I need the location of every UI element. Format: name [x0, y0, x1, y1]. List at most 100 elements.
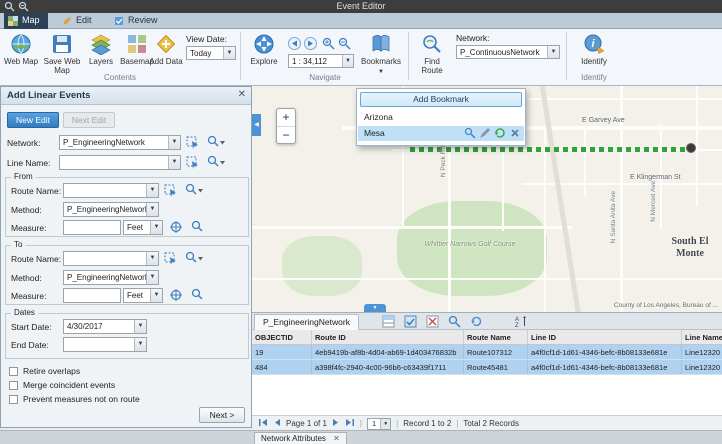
map-zoom-in-button[interactable]: +	[277, 109, 295, 126]
from-legend: From	[11, 172, 36, 181]
titlebar-zoom-out-icon[interactable]	[18, 1, 30, 12]
map-attribution: County of Los Angeles, Bureau of ...	[614, 302, 718, 309]
panel-collapse-tab[interactable]: ◀	[252, 114, 261, 136]
event-editor-app: Event Editor Map Edit Review Web Map Sav…	[0, 0, 722, 444]
add-data-button[interactable]: Add Data	[148, 33, 184, 67]
tab-map[interactable]: Map	[4, 13, 48, 29]
bookmark-zoom-icon[interactable]	[464, 127, 476, 141]
view-date-select[interactable]: Today▼	[186, 46, 236, 60]
previous-extent-icon[interactable]	[288, 37, 302, 51]
map-zoom-out-button[interactable]: −	[277, 126, 295, 143]
tab-edit[interactable]: Edit	[58, 13, 100, 29]
table-collapse-tab[interactable]: ▼	[364, 304, 386, 312]
select-line-on-map-icon[interactable]	[185, 155, 203, 170]
from-route-name-select[interactable]: ▼	[63, 183, 159, 198]
table-row[interactable]: 19 4eb9419b-af8b-4d04-ab69-1d403476832b …	[252, 345, 722, 360]
bookmark-item-mesa[interactable]: Mesa	[358, 126, 524, 141]
last-page-icon[interactable]	[345, 418, 355, 429]
web-map-label: Web Map	[4, 57, 38, 66]
from-unit-select[interactable]: Feet▼	[123, 220, 163, 235]
divider: |	[396, 419, 398, 428]
show-selected-icon[interactable]	[382, 315, 396, 329]
panel-close-icon[interactable]: ✕	[238, 89, 246, 100]
identify-button[interactable]: i Identify	[574, 33, 614, 67]
save-web-map-button[interactable]: Save Web Map	[42, 33, 82, 75]
web-map-icon	[2, 33, 40, 57]
to-route-name-select[interactable]: ▼	[63, 251, 159, 266]
next-extent-icon[interactable]	[304, 37, 318, 51]
save-icon	[42, 33, 82, 57]
scale-select[interactable]: 1 : 34,112▼	[288, 54, 354, 68]
zoom-to-measure-icon[interactable]	[191, 288, 209, 303]
pick-measure-on-map-icon[interactable]	[169, 220, 187, 235]
zoom-to-selection-icon[interactable]	[448, 315, 462, 329]
to-unit-select[interactable]: Feet▼	[123, 288, 163, 303]
retire-overlaps-checkbox[interactable]	[9, 367, 18, 376]
network-attributes-tab[interactable]: Network Attributes ✕	[254, 432, 347, 444]
table-row[interactable]: 484 a398f4fc-2940-4c00-96b6-c63439f1711 …	[252, 360, 722, 375]
tab-review[interactable]: Review	[110, 13, 166, 29]
pick-measure-on-map-icon[interactable]	[169, 288, 187, 303]
zoom-out-icon[interactable]	[338, 37, 352, 51]
sort-icon[interactable]: AZ	[514, 315, 528, 329]
view-date-value: Today	[187, 49, 223, 58]
ribbon-tab-bar: Map Edit Review	[0, 13, 722, 29]
zoom-menu-icon[interactable]	[185, 251, 203, 266]
refresh-table-icon[interactable]	[470, 315, 484, 329]
end-date-input[interactable]: ▼	[63, 337, 147, 352]
to-measure-input[interactable]	[63, 288, 121, 303]
add-bookmark-button[interactable]: Add Bookmark	[360, 92, 522, 107]
panel-network-label: Network:	[7, 138, 41, 148]
bookmark-delete-icon[interactable]	[509, 127, 521, 141]
network-select[interactable]: P_ContinuousNetwork▼	[456, 45, 560, 59]
select-route-on-map-icon[interactable]	[163, 251, 181, 266]
line-name-select[interactable]: ▼	[59, 155, 181, 170]
next-page-icon[interactable]	[332, 418, 340, 429]
explore-button[interactable]: Explore	[246, 33, 282, 67]
select-all-icon[interactable]	[404, 315, 418, 329]
bookmark-edit-icon[interactable]	[479, 127, 491, 141]
table-tab-network[interactable]: P_EngineeringNetwork	[254, 314, 359, 330]
place-name-label: South El Monte	[660, 236, 720, 259]
col-line-name[interactable]: Line Name	[682, 330, 722, 344]
from-method-select[interactable]: P_EngineeringNetwork▼	[63, 202, 159, 217]
line-name-label: Line Name:	[7, 158, 50, 168]
zoom-menu-icon[interactable]	[185, 183, 203, 198]
prevent-measures-checkbox[interactable]	[9, 395, 18, 404]
bookmark-refresh-icon[interactable]	[494, 127, 506, 141]
first-page-icon[interactable]	[258, 418, 268, 429]
col-route-name[interactable]: Route Name	[464, 330, 528, 344]
new-edit-button[interactable]: New Edit	[7, 112, 59, 128]
bookmarks-button[interactable]: Bookmarks ▼	[358, 33, 404, 75]
clear-selection-icon[interactable]	[426, 315, 440, 329]
bookmark-item-arizona[interactable]: Arizona	[358, 110, 524, 125]
panel-network-select[interactable]: P_EngineeringNetwork▼	[59, 135, 181, 150]
select-line-on-map-icon[interactable]	[185, 135, 203, 150]
to-method-select[interactable]: P_EngineeringNetwork▼	[63, 270, 159, 285]
to-method-label: Method:	[11, 273, 42, 283]
page-number-select[interactable]: 1▼	[367, 418, 391, 430]
next-edit-button[interactable]: Next Edit	[63, 112, 115, 128]
layers-button[interactable]: Layers	[84, 33, 118, 67]
titlebar-zoom-in-icon[interactable]	[4, 1, 16, 12]
web-map-button[interactable]: Web Map	[2, 33, 40, 67]
zoom-in-icon[interactable]	[322, 37, 336, 51]
identify-label: Identify	[581, 57, 607, 66]
add-data-icon	[148, 33, 184, 57]
table-tab-strip: P_EngineeringNetwork AZ	[252, 313, 722, 330]
start-date-input[interactable]: 4/30/2017▼	[63, 319, 147, 334]
merge-coincident-checkbox[interactable]	[9, 381, 18, 390]
zoom-to-measure-icon[interactable]	[191, 220, 209, 235]
col-route-id[interactable]: Route ID	[312, 330, 464, 344]
prev-page-icon[interactable]	[273, 418, 281, 429]
next-button[interactable]: Next >	[199, 407, 245, 423]
from-measure-input[interactable]	[63, 220, 121, 235]
select-route-on-map-icon[interactable]	[163, 183, 181, 198]
find-route-button[interactable]: Find Route	[414, 33, 450, 75]
col-objectid[interactable]: OBJECTID	[252, 330, 312, 344]
zoom-menu-icon[interactable]	[207, 135, 225, 150]
zoom-menu-icon[interactable]	[207, 155, 225, 170]
col-line-id[interactable]: Line ID	[528, 330, 682, 344]
network-value: P_ContinuousNetwork	[457, 48, 547, 57]
network-attributes-close-icon[interactable]: ✕	[333, 434, 340, 443]
